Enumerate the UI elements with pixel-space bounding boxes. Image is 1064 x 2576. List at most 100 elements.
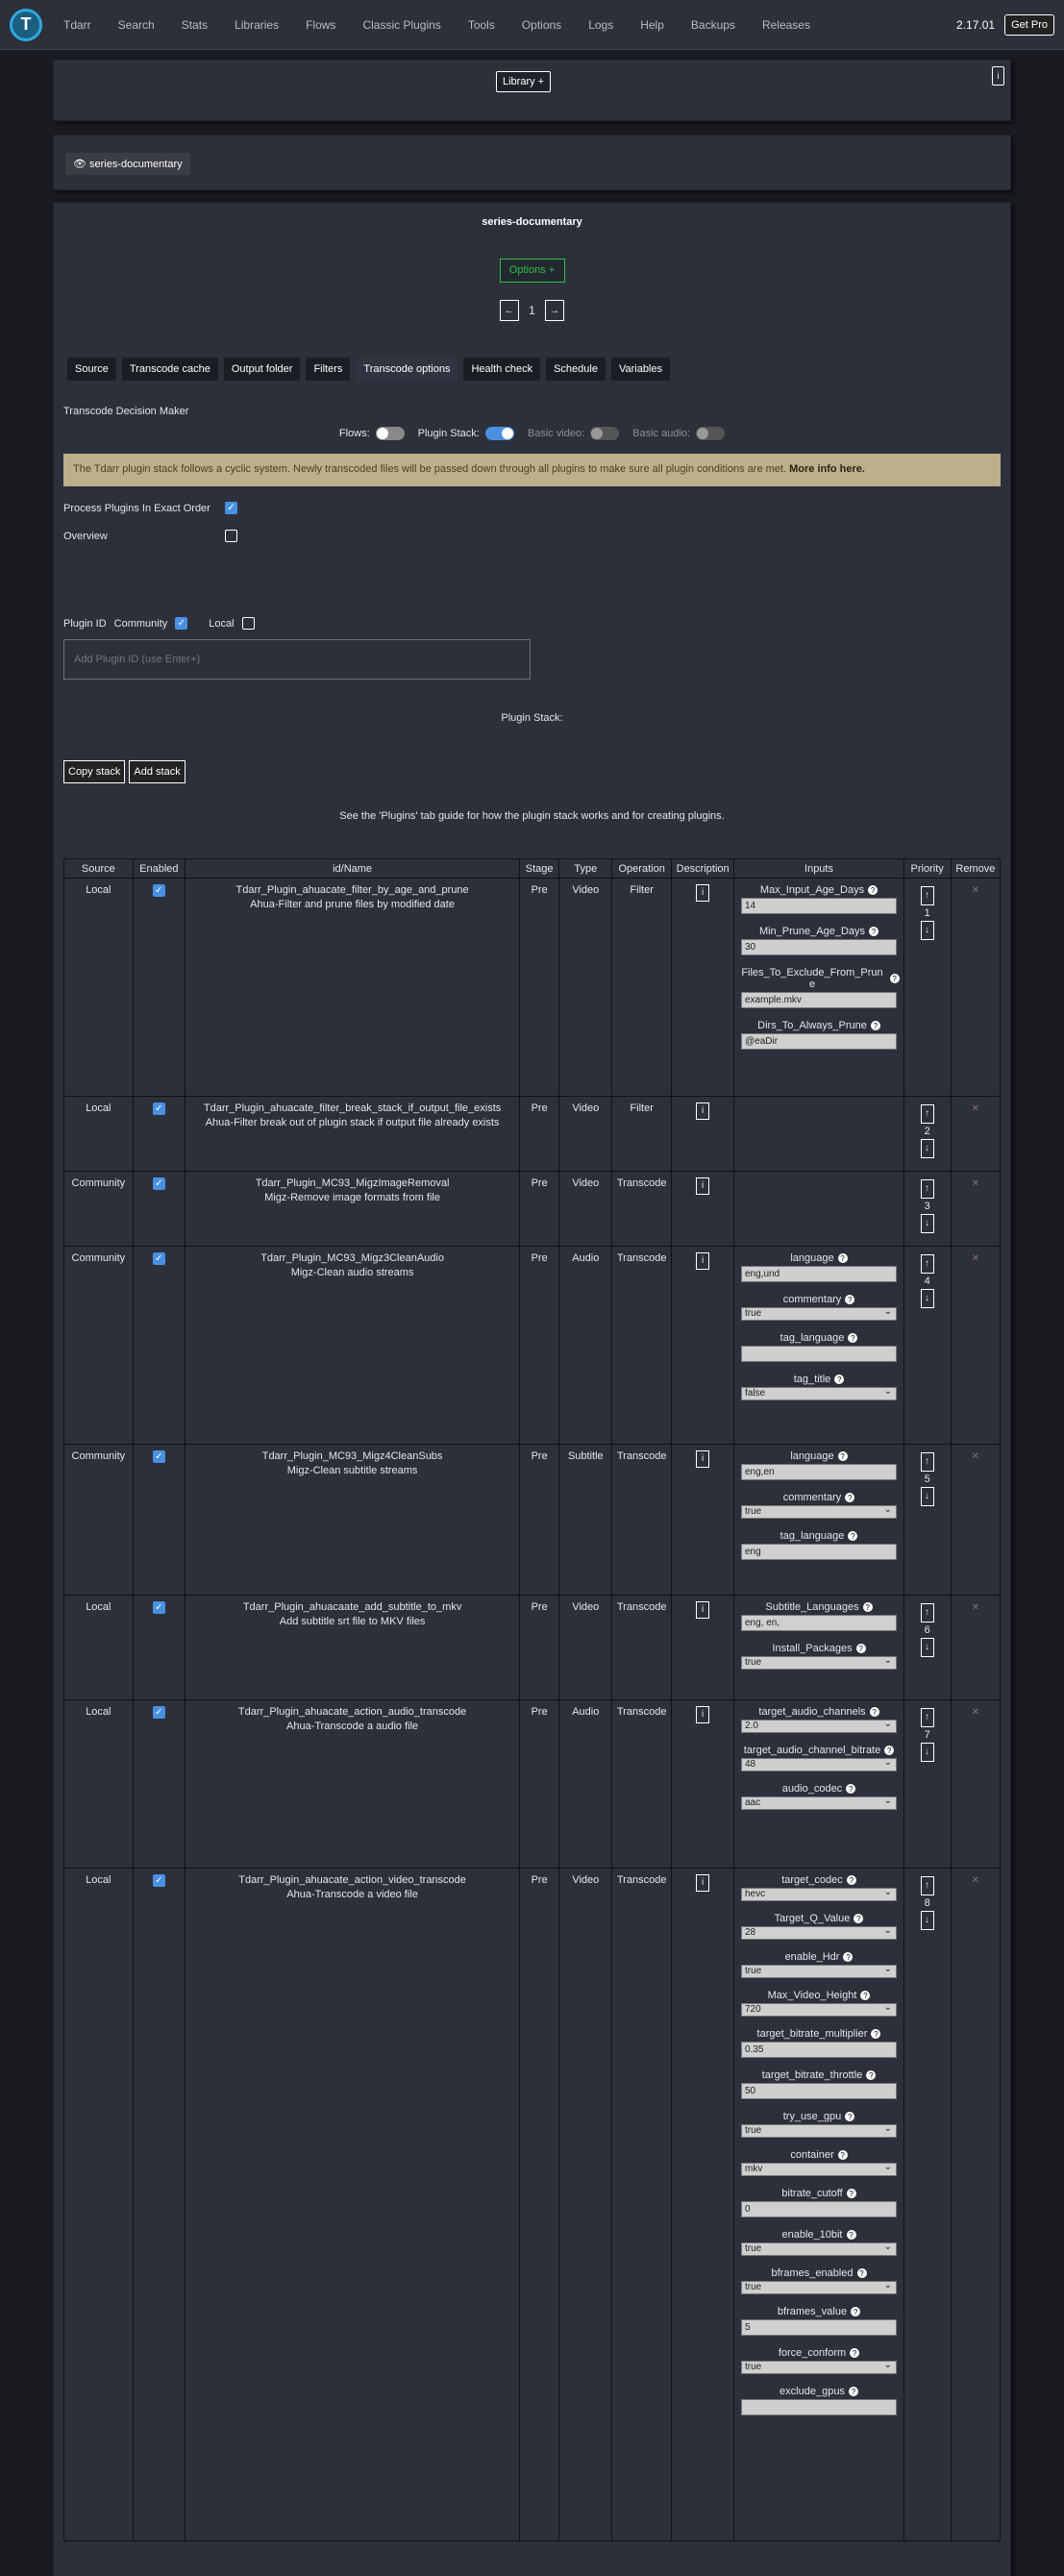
- description-info-button[interactable]: i: [696, 1177, 710, 1195]
- move-down-button[interactable]: ↓: [920, 1911, 934, 1930]
- help-icon[interactable]: ?: [862, 1602, 873, 1612]
- remove-icon[interactable]: ✕: [972, 1253, 979, 1264]
- input-field[interactable]: 30: [741, 939, 897, 955]
- move-up-button[interactable]: ↑: [920, 1876, 934, 1895]
- move-down-button[interactable]: ↓: [920, 1638, 934, 1657]
- tab-filters[interactable]: Filters: [306, 358, 351, 381]
- help-icon[interactable]: ?: [848, 2387, 858, 2396]
- input-field[interactable]: 0: [741, 2201, 897, 2217]
- input-field[interactable]: eng, en,: [741, 1615, 897, 1631]
- input-select[interactable]: true: [741, 2123, 897, 2138]
- input-select[interactable]: true: [741, 1964, 897, 1978]
- help-icon[interactable]: ?: [884, 1746, 895, 1755]
- description-info-button[interactable]: i: [696, 1601, 710, 1619]
- help-icon[interactable]: ?: [854, 1914, 864, 1923]
- help-icon[interactable]: ?: [837, 1451, 848, 1461]
- input-select[interactable]: true: [741, 1655, 897, 1670]
- help-icon[interactable]: ?: [837, 2150, 848, 2160]
- help-icon[interactable]: ?: [837, 1253, 848, 1263]
- remove-icon[interactable]: ✕: [972, 1451, 979, 1462]
- move-down-button[interactable]: ↓: [920, 1743, 934, 1762]
- nav-libraries[interactable]: Libraries: [235, 18, 279, 32]
- help-icon[interactable]: ?: [856, 2268, 867, 2278]
- move-down-button[interactable]: ↓: [920, 1289, 934, 1308]
- tdarr-logo-icon[interactable]: T: [10, 8, 42, 41]
- info-button[interactable]: i: [992, 66, 1004, 86]
- add-plugin-input[interactable]: [63, 639, 531, 680]
- help-icon[interactable]: ?: [871, 2029, 881, 2039]
- input-select[interactable]: 720: [741, 2002, 897, 2017]
- remove-icon[interactable]: ✕: [972, 1707, 979, 1718]
- nav-releases[interactable]: Releases: [762, 18, 810, 32]
- description-info-button[interactable]: i: [696, 884, 710, 902]
- help-icon[interactable]: ?: [855, 1644, 866, 1653]
- library-chip[interactable]: 👁 series-documentary: [65, 153, 190, 175]
- tab-source[interactable]: Source: [67, 358, 116, 381]
- description-info-button[interactable]: i: [696, 1874, 710, 1892]
- get-pro-button[interactable]: Get Pro: [1004, 13, 1054, 36]
- remove-icon[interactable]: ✕: [972, 885, 979, 896]
- input-field[interactable]: @eaDir: [741, 1033, 897, 1050]
- input-select[interactable]: true: [741, 2242, 897, 2256]
- tab-schedule[interactable]: Schedule: [546, 358, 606, 381]
- move-up-button[interactable]: ↑: [920, 1104, 934, 1124]
- enabled-checkbox[interactable]: ✓: [152, 1706, 165, 1719]
- input-field[interactable]: eng: [741, 1544, 897, 1560]
- input-field[interactable]: 50: [741, 2083, 897, 2099]
- more-info-link[interactable]: More info here.: [789, 463, 865, 475]
- nav-tdarr[interactable]: Tdarr: [63, 18, 91, 32]
- remove-icon[interactable]: ✕: [972, 1103, 979, 1114]
- help-icon[interactable]: ?: [846, 1875, 856, 1885]
- input-field[interactable]: 14: [741, 898, 897, 914]
- help-icon[interactable]: ?: [851, 2307, 861, 2316]
- description-info-button[interactable]: i: [696, 1102, 710, 1120]
- description-info-button[interactable]: i: [696, 1252, 710, 1270]
- tab-transcode-cache[interactable]: Transcode cache: [121, 358, 218, 381]
- enabled-checkbox[interactable]: ✓: [152, 1601, 165, 1614]
- nav-search[interactable]: Search: [118, 18, 155, 32]
- help-icon[interactable]: ?: [834, 1375, 845, 1384]
- help-icon[interactable]: ?: [860, 1991, 871, 2000]
- tab-transcode-options[interactable]: Transcode options: [356, 358, 458, 381]
- move-up-button[interactable]: ↑: [920, 1452, 934, 1472]
- input-field[interactable]: example.mkv: [741, 992, 897, 1008]
- enabled-checkbox[interactable]: ✓: [152, 1252, 165, 1265]
- nav-options[interactable]: Options: [522, 18, 561, 32]
- help-icon[interactable]: ?: [870, 1021, 880, 1030]
- help-icon[interactable]: ?: [843, 1952, 854, 1962]
- input-select[interactable]: true: [741, 1306, 897, 1321]
- input-select[interactable]: 48: [741, 1757, 897, 1771]
- move-down-button[interactable]: ↓: [920, 1139, 934, 1158]
- move-down-button[interactable]: ↓: [920, 1214, 934, 1233]
- process-exact-checkbox[interactable]: ✓: [225, 502, 237, 514]
- help-icon[interactable]: ?: [845, 2112, 855, 2121]
- input-field[interactable]: 5: [741, 2319, 897, 2336]
- nav-stats[interactable]: Stats: [182, 18, 208, 32]
- tab-health-check[interactable]: Health check: [463, 358, 541, 381]
- help-icon[interactable]: ?: [848, 1531, 858, 1541]
- input-field[interactable]: 0.35: [741, 2042, 897, 2058]
- help-icon[interactable]: ?: [850, 2348, 860, 2358]
- nav-logs[interactable]: Logs: [588, 18, 613, 32]
- nav-flows[interactable]: Flows: [306, 18, 335, 32]
- input-select[interactable]: 28: [741, 1925, 897, 1940]
- help-icon[interactable]: ?: [846, 2189, 856, 2198]
- enabled-checkbox[interactable]: ✓: [152, 1874, 165, 1887]
- move-up-button[interactable]: ↑: [920, 886, 934, 905]
- help-icon[interactable]: ?: [869, 1707, 879, 1717]
- help-icon[interactable]: ?: [869, 927, 879, 936]
- move-up-button[interactable]: ↑: [920, 1708, 934, 1727]
- move-up-button[interactable]: ↑: [920, 1179, 934, 1199]
- help-icon[interactable]: ?: [845, 1493, 855, 1502]
- help-icon[interactable]: ?: [868, 885, 878, 895]
- input-select[interactable]: aac: [741, 1796, 897, 1810]
- help-icon[interactable]: ?: [846, 2230, 856, 2240]
- flows-toggle[interactable]: [375, 427, 405, 440]
- help-icon[interactable]: ?: [866, 2070, 877, 2080]
- input-field[interactable]: eng,en: [741, 1464, 897, 1480]
- nav-backups[interactable]: Backups: [691, 18, 735, 32]
- input-select[interactable]: true: [741, 1504, 897, 1519]
- input-select[interactable]: true: [741, 2360, 897, 2374]
- move-up-button[interactable]: ↑: [920, 1603, 934, 1622]
- overview-checkbox[interactable]: [225, 530, 237, 542]
